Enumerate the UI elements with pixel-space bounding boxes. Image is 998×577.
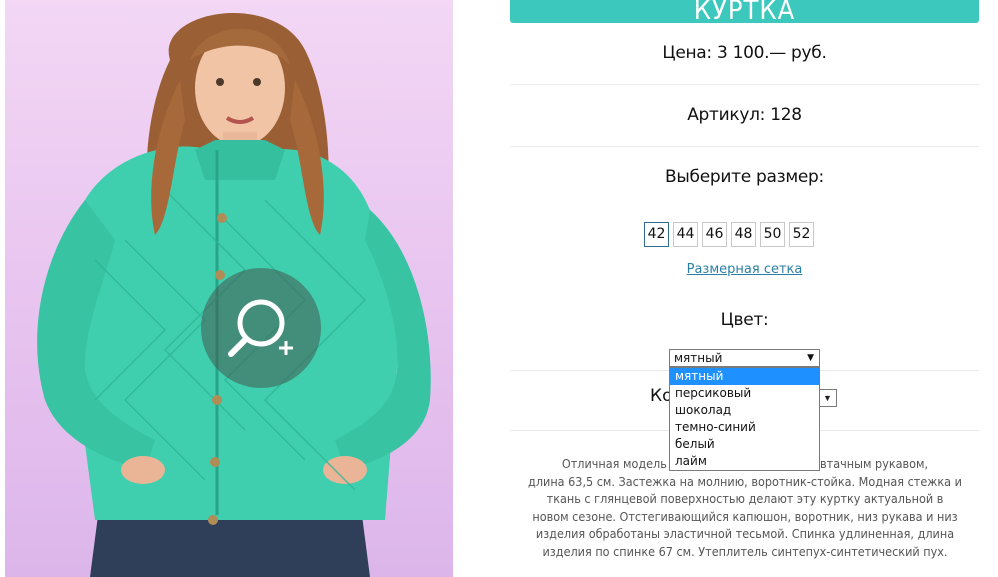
divider (510, 84, 979, 85)
size-option-48[interactable]: 48 (731, 222, 756, 247)
zoom-in-icon (228, 299, 293, 357)
product-photo[interactable] (5, 0, 453, 577)
size-option-42[interactable]: 42 (644, 222, 669, 247)
description-line: изделия обработаны эластичной тесьмой. С… (535, 526, 955, 541)
color-label: Цвет: (720, 310, 769, 330)
color-dropdown-list: мятный персиковый шоколад темно-синий бе… (669, 367, 820, 471)
size-option-46[interactable]: 46 (702, 222, 727, 247)
color-option-bely[interactable]: белый (670, 436, 819, 453)
color-select[interactable]: мятный ▼ (669, 349, 820, 367)
description-line: новом сезоне. Отстегивающийся капюшон, в… (532, 508, 958, 524)
size-option-44[interactable]: 44 (673, 222, 698, 247)
color-option-laym[interactable]: лайм (670, 453, 819, 470)
size-label: Выберите размер: (665, 167, 824, 187)
product-title: КУРТКА (693, 0, 796, 26)
price: Цена: 3 100.— руб. (662, 43, 827, 63)
description-line: длина 63,5 см. Застежка на молнию, ворот… (528, 473, 962, 489)
size-chart-link[interactable]: Размерная сетка (510, 262, 979, 277)
dropdown-arrow-icon: ▼ (823, 393, 832, 403)
zoom-button[interactable] (201, 268, 321, 388)
color-option-persikovy[interactable]: персиковый (670, 385, 819, 402)
divider (510, 146, 979, 147)
color-option-shokolad[interactable]: шоколад (670, 402, 819, 419)
size-option-50[interactable]: 50 (760, 222, 785, 247)
color-select-value: мятный (674, 351, 723, 365)
quantity-select[interactable]: ▼ (818, 389, 837, 407)
color-option-myatny[interactable]: мятный (670, 368, 819, 385)
product-title-bar: КУРТКА (510, 0, 979, 26)
color-option-temno-siniy[interactable]: темно-синий (670, 419, 819, 436)
description-line: ткань с глянцевой поверхностью делают эт… (546, 491, 944, 506)
dropdown-arrow-icon: ▼ (807, 353, 814, 363)
size-option-52[interactable]: 52 (789, 222, 814, 247)
article-number: Артикул: 128 (687, 105, 802, 125)
size-selector: 42 44 46 48 50 52 (644, 222, 814, 247)
description-line: изделия по спинке 67 см. Утеплитель синт… (542, 543, 948, 559)
